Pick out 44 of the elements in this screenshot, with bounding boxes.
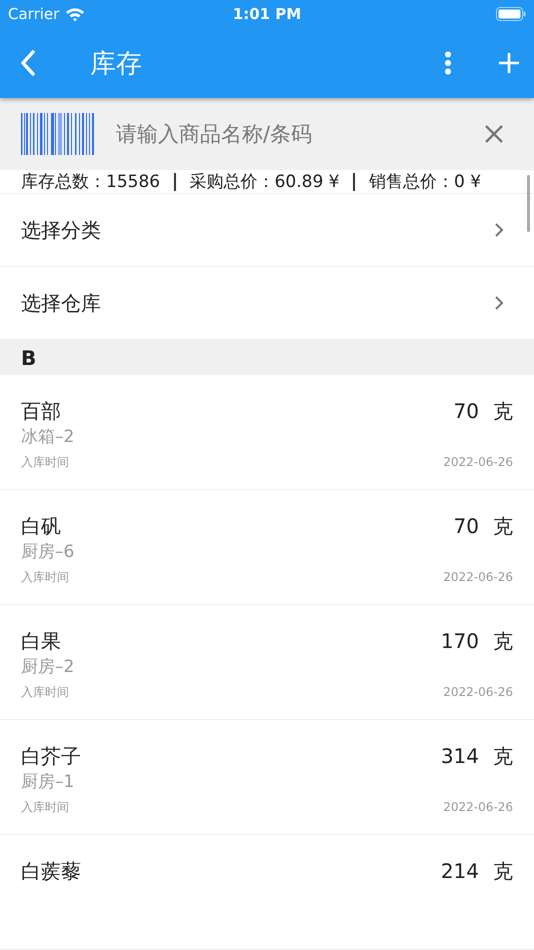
item-location: 厨房–1 bbox=[21, 771, 76, 794]
item-name: 白蒺藜 bbox=[21, 858, 82, 885]
battery-icon bbox=[496, 7, 526, 21]
item-location: 冰箱–2 bbox=[21, 426, 76, 449]
item-quantity: 70 bbox=[454, 398, 479, 425]
barcode-icon[interactable] bbox=[21, 113, 94, 155]
item-name: 白芥子 bbox=[21, 743, 82, 770]
item-unit: 克 bbox=[493, 858, 513, 885]
carrier-label: Carrier bbox=[8, 5, 60, 23]
wifi-icon bbox=[65, 6, 86, 22]
item-quantity: 170 bbox=[440, 628, 479, 655]
item-unit: 克 bbox=[493, 398, 513, 425]
item-quantity: 214 bbox=[440, 858, 479, 885]
page-title: 库存 bbox=[90, 48, 142, 80]
clear-button[interactable] bbox=[484, 124, 504, 144]
more-icon bbox=[444, 51, 452, 75]
stock-item[interactable]: 白蒺藜 214 克 bbox=[0, 835, 534, 927]
item-name: 白果 bbox=[21, 628, 62, 655]
section-letter: B bbox=[21, 346, 36, 370]
back-button[interactable] bbox=[18, 49, 38, 77]
clock-time: 1:01 PM bbox=[232, 5, 302, 23]
back-icon bbox=[18, 49, 38, 77]
chevron-icon bbox=[494, 222, 504, 238]
item-quantity: 70 bbox=[454, 513, 479, 540]
summary-text: 采购总价：60.89 ¥ bbox=[190, 171, 340, 193]
item-unit: 克 bbox=[493, 513, 513, 540]
search-field[interactable]: 请输入商品名称/条码 bbox=[114, 113, 484, 155]
item-unit: 克 bbox=[493, 628, 513, 655]
chevron-icon bbox=[494, 295, 504, 311]
item-name: 白矾 bbox=[21, 513, 62, 540]
item-unit: 克 bbox=[493, 743, 513, 770]
search-bar[interactable]: 请输入商品名称/条码 bbox=[0, 98, 534, 170]
item-quantity: 314 bbox=[440, 743, 479, 770]
close-icon bbox=[484, 124, 504, 144]
summary-text: 销售总价：0 ¥ bbox=[368, 171, 482, 193]
scroll-bar bbox=[527, 175, 530, 232]
picker-row[interactable]: 选择分类 bbox=[0, 194, 534, 266]
picker-row[interactable]: 选择仓库 bbox=[0, 267, 534, 339]
plus-icon bbox=[498, 52, 520, 74]
item-location: 厨房–2 bbox=[21, 656, 76, 679]
item-location: 厨房–6 bbox=[21, 541, 76, 564]
add-button[interactable] bbox=[498, 52, 520, 74]
item-name: 百部 bbox=[21, 398, 62, 425]
summary-text: 库存总数：15586 bbox=[21, 171, 160, 193]
